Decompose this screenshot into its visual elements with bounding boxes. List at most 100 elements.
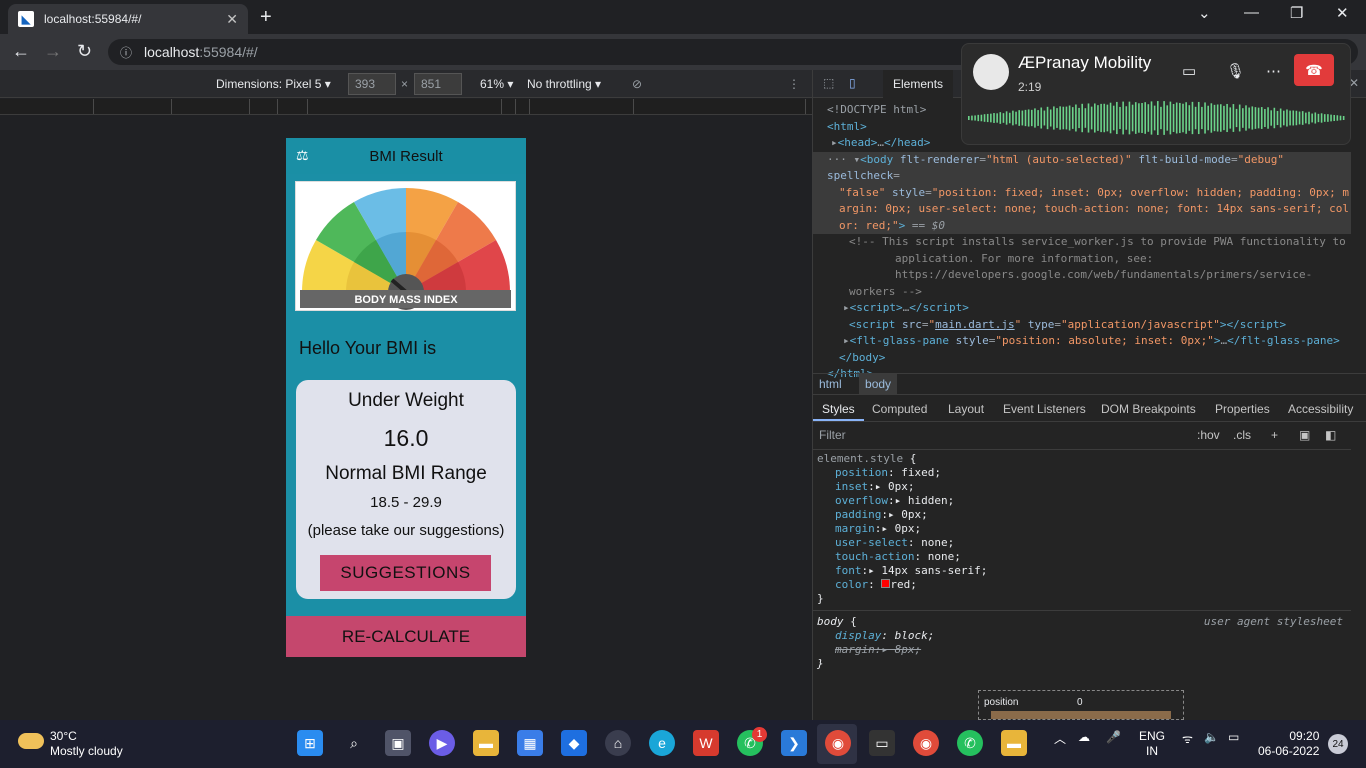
inspect-icon[interactable]: ⬚ [823, 76, 834, 90]
dropbox-icon[interactable]: ◆ [561, 730, 587, 756]
office-icon[interactable]: W [693, 730, 719, 756]
audio-waveform [968, 101, 1345, 135]
onedrive-icon[interactable]: ☁ [1078, 730, 1090, 744]
throttling-dropdown[interactable]: No throttling ▾ [527, 77, 601, 91]
cls-toggle[interactable]: .cls [1233, 428, 1251, 442]
notification-badge[interactable]: 24 [1328, 734, 1348, 754]
back-icon[interactable]: ← [12, 41, 30, 62]
styles-pane[interactable]: element.style { position: fixed; inset:▸… [813, 450, 1351, 720]
task-view-icon[interactable]: ▣ [385, 730, 411, 756]
media-query-ruler [0, 99, 812, 115]
styles-filter[interactable]: Filter :hov .cls + ▣ ◧ [813, 422, 1351, 450]
normal-range-title: Normal BMI Range [325, 463, 487, 484]
hov-toggle[interactable]: :hov [1197, 428, 1220, 442]
microphone-icon[interactable]: 🎙 [1226, 62, 1245, 80]
recalculate-button[interactable]: RE-CALCULATE [286, 616, 526, 657]
region: IN [1146, 744, 1158, 758]
browser-tab[interactable]: ◣ localhost:55984/#/ ✕ [8, 4, 248, 34]
close-window-button[interactable]: ✕ [1336, 4, 1349, 22]
site-info-icon[interactable]: ⓘ [120, 44, 132, 61]
video-icon[interactable]: ▭ [1182, 62, 1196, 80]
chrome-icon[interactable]: ◉ [825, 730, 851, 756]
phone-screen: ⚖ BMI Result BODY MASS INDEX Hello Your … [286, 138, 526, 657]
time: 09:20 [1289, 729, 1320, 743]
tab-search-icon[interactable]: ⌄ [1198, 4, 1211, 22]
throttling-label: No throttling [527, 77, 592, 91]
chrome-profile-icon[interactable]: ◉ [913, 730, 939, 756]
bmi-gauge-image: BODY MASS INDEX [295, 181, 516, 311]
temperature: 30°C [50, 729, 77, 743]
edge-icon[interactable]: e [649, 730, 675, 756]
language-indicator[interactable]: ENG IN [1139, 729, 1165, 759]
tab-dom-breakpoints[interactable]: DOM Breakpoints [1101, 402, 1196, 416]
normal-range-value: 18.5 - 29.9 [370, 494, 442, 511]
device-toggle-icon[interactable]: ▯ [849, 76, 856, 90]
greeting-text: Hello Your BMI is [299, 338, 437, 358]
forward-icon[interactable]: → [44, 41, 62, 62]
add-rule-icon[interactable]: + [1271, 428, 1278, 442]
filter-input[interactable]: Filter [819, 428, 846, 442]
app-bar: ⚖ BMI Result [286, 138, 526, 174]
tab-layout[interactable]: Layout [948, 402, 984, 416]
weather-widget[interactable]: 30°C Mostly cloudy [18, 729, 123, 759]
tab-event-listeners[interactable]: Event Listeners [1003, 402, 1086, 416]
tab-accessibility[interactable]: Accessibility [1288, 402, 1353, 416]
more-icon[interactable]: ⋯ [1266, 62, 1281, 80]
url-host: localhost [144, 44, 200, 60]
tab-styles[interactable]: Styles [813, 396, 864, 421]
wifi-icon[interactable]: ᯤ [1182, 730, 1193, 747]
position-label: position [984, 697, 1019, 708]
mic-tray-icon[interactable]: 🎤 [1106, 730, 1121, 744]
maximize-button[interactable]: ❐ [1290, 4, 1303, 22]
language: ENG [1139, 729, 1166, 743]
paint-icon[interactable]: ▣ [1299, 428, 1310, 442]
zoom-dropdown[interactable]: 61% ▾ [480, 77, 513, 91]
rotate-icon[interactable]: ⊘ [632, 77, 642, 91]
breadcrumb-body[interactable]: body [859, 374, 898, 394]
volume-icon[interactable]: 🔈 [1204, 730, 1219, 744]
bmi-category: Under Weight [348, 390, 464, 411]
vscode-icon[interactable]: ❯ [781, 730, 807, 756]
suggestion-note: (please take our suggestions) [307, 522, 505, 539]
github-desktop-icon[interactable]: ⌂ [605, 730, 631, 756]
teams-chat-icon[interactable]: ▶ [429, 730, 455, 756]
tab-computed[interactable]: Computed [872, 402, 927, 416]
search-icon[interactable]: ⌕ [341, 730, 367, 756]
whatsapp-badge: 1 [752, 727, 767, 742]
zoom-label: 61% [480, 77, 505, 91]
height-input[interactable]: 851 [414, 73, 462, 95]
sidebar-toggle-icon[interactable]: ◧ [1325, 428, 1336, 442]
styles-tabbar: Styles Computed Layout Event Listeners D… [813, 396, 1366, 422]
folder-icon[interactable]: ▬ [1001, 730, 1027, 756]
new-tab-button[interactable]: + [260, 6, 272, 29]
weather-condition: Mostly cloudy [50, 744, 123, 758]
reload-icon[interactable]: ↻ [77, 41, 92, 62]
suggestions-button[interactable]: SUGGESTIONS [320, 555, 491, 591]
devtools-panel: ⬚ ▯ Elements ✕ <!DOCTYPE html> <html> ▸<… [812, 70, 1366, 720]
dimensions-label: Dimensions: Pixel 5 [216, 77, 322, 91]
tab-title: localhost:55984/#/ [44, 12, 142, 26]
battery-icon[interactable]: ▭ [1228, 730, 1239, 744]
width-input[interactable]: 393 [348, 73, 396, 95]
page-title: BMI Result [369, 147, 443, 165]
whatsapp-desktop-icon[interactable]: ✆ [957, 730, 983, 756]
chevron-up-icon[interactable]: ︿ [1054, 730, 1066, 747]
minimize-button[interactable]: — [1244, 4, 1259, 21]
terminal-icon[interactable]: ▭ [869, 730, 895, 756]
close-tab-icon[interactable]: ✕ [226, 11, 238, 28]
date: 06-06-2022 [1258, 744, 1320, 758]
breadcrumb-html[interactable]: html [819, 377, 842, 391]
tab-properties[interactable]: Properties [1215, 402, 1270, 416]
tab-elements[interactable]: Elements [883, 70, 954, 98]
hang-up-button[interactable]: ☎ [1294, 54, 1334, 86]
clock[interactable]: 09:20 06-06-2022 [1258, 729, 1319, 759]
caller-name: ÆPranay Mobility [1018, 53, 1152, 72]
more-options-icon[interactable]: ⋮ [788, 77, 800, 91]
taskbar: 30°C Mostly cloudy ⊞ ⌕ ▣ ▶ ▬ ▦ ◆ ⌂ e W ✆… [0, 720, 1366, 768]
scale-icon: ⚖ [296, 147, 309, 163]
position-value: 0 [1077, 697, 1083, 708]
microsoft-store-icon[interactable]: ▦ [517, 730, 543, 756]
file-explorer-icon[interactable]: ▬ [473, 730, 499, 756]
windows-start-icon[interactable]: ⊞ [297, 730, 323, 756]
dimensions-dropdown[interactable]: Dimensions: Pixel 5 ▾ [216, 77, 331, 91]
